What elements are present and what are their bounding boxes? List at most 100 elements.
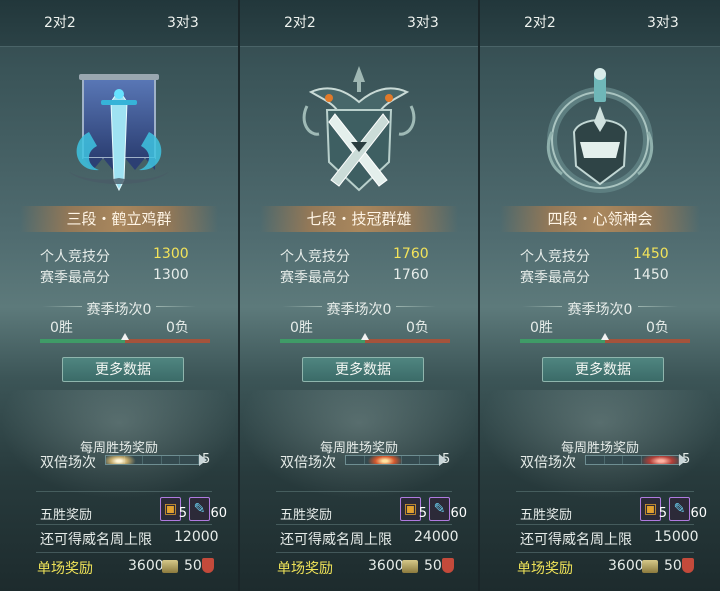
blue-scroll-icon: ✎: [673, 501, 686, 517]
tab-3v3[interactable]: 3对3: [167, 12, 199, 32]
season-high-value: 1300: [153, 267, 189, 283]
divider-line: [36, 552, 212, 553]
single-match-reward-label: 单场奖励: [277, 561, 333, 577]
tab-3v3[interactable]: 3对3: [407, 12, 439, 32]
season-high-value: 1760: [393, 267, 429, 283]
mode-tabs: 2对2 3对3: [240, 0, 478, 47]
weekly-cap-value: 15000: [654, 529, 699, 545]
reward-item-chest[interactable]: ▣ 5: [400, 497, 427, 521]
item-count: 60: [450, 506, 467, 521]
double-matches-count: 5: [442, 452, 451, 467]
season-high-label: 赛季最高分: [280, 270, 350, 286]
blue-scroll-icon: ✎: [193, 501, 206, 517]
blue-banner-sword-dragon-icon: [69, 74, 169, 192]
more-data-button[interactable]: 更多数据: [302, 357, 424, 382]
honor-shield-icon: [442, 558, 454, 573]
weekly-cap-value: 12000: [174, 529, 219, 545]
treasure-chest-icon: ▣: [643, 501, 658, 517]
reward-item-scroll[interactable]: ✎ 60: [669, 497, 707, 521]
double-matches-label: 双倍场次: [40, 455, 96, 471]
reward-item-chest[interactable]: ▣ 5: [160, 497, 187, 521]
divider-line: [516, 552, 694, 553]
personal-score-label: 个人竞技分: [40, 249, 110, 265]
wins-count: 0胜: [530, 320, 553, 336]
losses-count: 0负: [646, 320, 669, 336]
personal-score-label: 个人竞技分: [520, 249, 590, 265]
win-loss-bar: [520, 333, 690, 343]
honor-shield-icon: [682, 558, 694, 573]
personal-score-label: 个人竞技分: [280, 249, 350, 265]
win-loss-bar: [280, 333, 450, 343]
losses-count: 0负: [166, 320, 189, 336]
five-win-reward-label: 五胜奖励: [40, 508, 93, 523]
ratio-marker-icon: [121, 333, 129, 340]
rank-title: 四段・心领神会: [500, 206, 700, 232]
treasure-chest-icon: ▣: [403, 501, 418, 517]
divider-line: [276, 491, 452, 492]
season-matches: 赛季场次0: [326, 302, 392, 318]
blue-scroll-icon: ✎: [433, 501, 446, 517]
divider-line: [276, 524, 452, 525]
season-high-label: 赛季最高分: [40, 270, 110, 286]
coin-icon: [162, 560, 178, 573]
rank-title: 七段・技冠群雄: [260, 206, 458, 232]
personal-score-value: 1300: [153, 246, 189, 262]
weekly-cap-label: 还可得威名周上限: [520, 532, 632, 548]
single-match-reward-label: 单场奖励: [37, 561, 93, 577]
more-data-button[interactable]: 更多数据: [542, 357, 664, 382]
season-high-value: 1450: [633, 267, 669, 283]
win-portion: [520, 339, 605, 343]
rank-title: 三段・鹤立鸡群: [20, 206, 218, 232]
season-matches: 赛季场次0: [567, 302, 633, 318]
reward-item-scroll[interactable]: ✎ 60: [189, 497, 227, 521]
double-matches-bar: [585, 455, 680, 465]
double-matches-label: 双倍场次: [280, 455, 336, 471]
divider-line: [516, 491, 694, 492]
divider-line: [516, 524, 694, 525]
coin-icon: [642, 560, 658, 573]
item-count: 5: [418, 506, 427, 521]
item-count: 5: [178, 506, 187, 521]
tab-2v2[interactable]: 2对2: [44, 12, 76, 32]
reward-item-chest[interactable]: ▣ 5: [640, 497, 667, 521]
arena-ranking-screen: 2对2 3对3 三段・鹤立鸡群 个人竞技分 1300 赛季最高分 1300 赛季…: [0, 0, 720, 591]
single-coin-value: 3600: [608, 558, 644, 574]
double-matches-bar: [345, 455, 440, 465]
ranking-panel-1: 2对2 3对3 三段・鹤立鸡群 个人竞技分 1300 赛季最高分 1300 赛季…: [0, 0, 240, 591]
season-high-label: 赛季最高分: [520, 270, 590, 286]
double-matches-count: 5: [202, 452, 211, 467]
win-portion: [40, 339, 125, 343]
divider-line: [36, 524, 212, 525]
losses-count: 0负: [406, 320, 429, 336]
treasure-chest-icon: ▣: [163, 501, 178, 517]
ranking-panel-3: 2对2 3对3 四段・心领神会 个人竞技分 1450 赛季最高分 1450 赛季…: [480, 0, 720, 591]
reward-item-scroll[interactable]: ✎ 60: [429, 497, 467, 521]
single-honor-value: 50: [424, 558, 442, 574]
tab-2v2[interactable]: 2对2: [284, 12, 316, 32]
divider-line: [36, 491, 212, 492]
wins-count: 0胜: [50, 320, 73, 336]
ranking-panel-2: 2对2 3对3 七段・技冠群雄 个人竞技分 1760 赛季最高分 1760 赛季…: [240, 0, 480, 591]
five-win-reward-label: 五胜奖励: [520, 508, 573, 523]
weekly-cap-label: 还可得威名周上限: [40, 532, 152, 548]
single-coin-value: 3600: [368, 558, 404, 574]
item-count: 5: [658, 506, 667, 521]
weekly-cap-label: 还可得威名周上限: [280, 532, 392, 548]
ratio-marker-icon: [601, 333, 609, 340]
double-matches-label: 双倍场次: [520, 455, 576, 471]
personal-score-value: 1760: [393, 246, 429, 262]
single-match-reward-label: 单场奖励: [517, 561, 573, 577]
win-portion: [280, 339, 365, 343]
coin-icon: [402, 560, 418, 573]
ring-sword-helmet-crest-icon: [546, 68, 654, 193]
personal-score-value: 1450: [633, 246, 669, 262]
more-data-button[interactable]: 更多数据: [62, 357, 184, 382]
crossed-swords-crest-icon: [302, 66, 416, 192]
divider-line: [276, 552, 452, 553]
tab-2v2[interactable]: 2对2: [524, 12, 556, 32]
double-matches-bar: [105, 455, 200, 465]
mode-tabs: 2对2 3对3: [0, 0, 238, 47]
tab-3v3[interactable]: 3对3: [647, 12, 679, 32]
wins-count: 0胜: [290, 320, 313, 336]
single-honor-value: 50: [184, 558, 202, 574]
